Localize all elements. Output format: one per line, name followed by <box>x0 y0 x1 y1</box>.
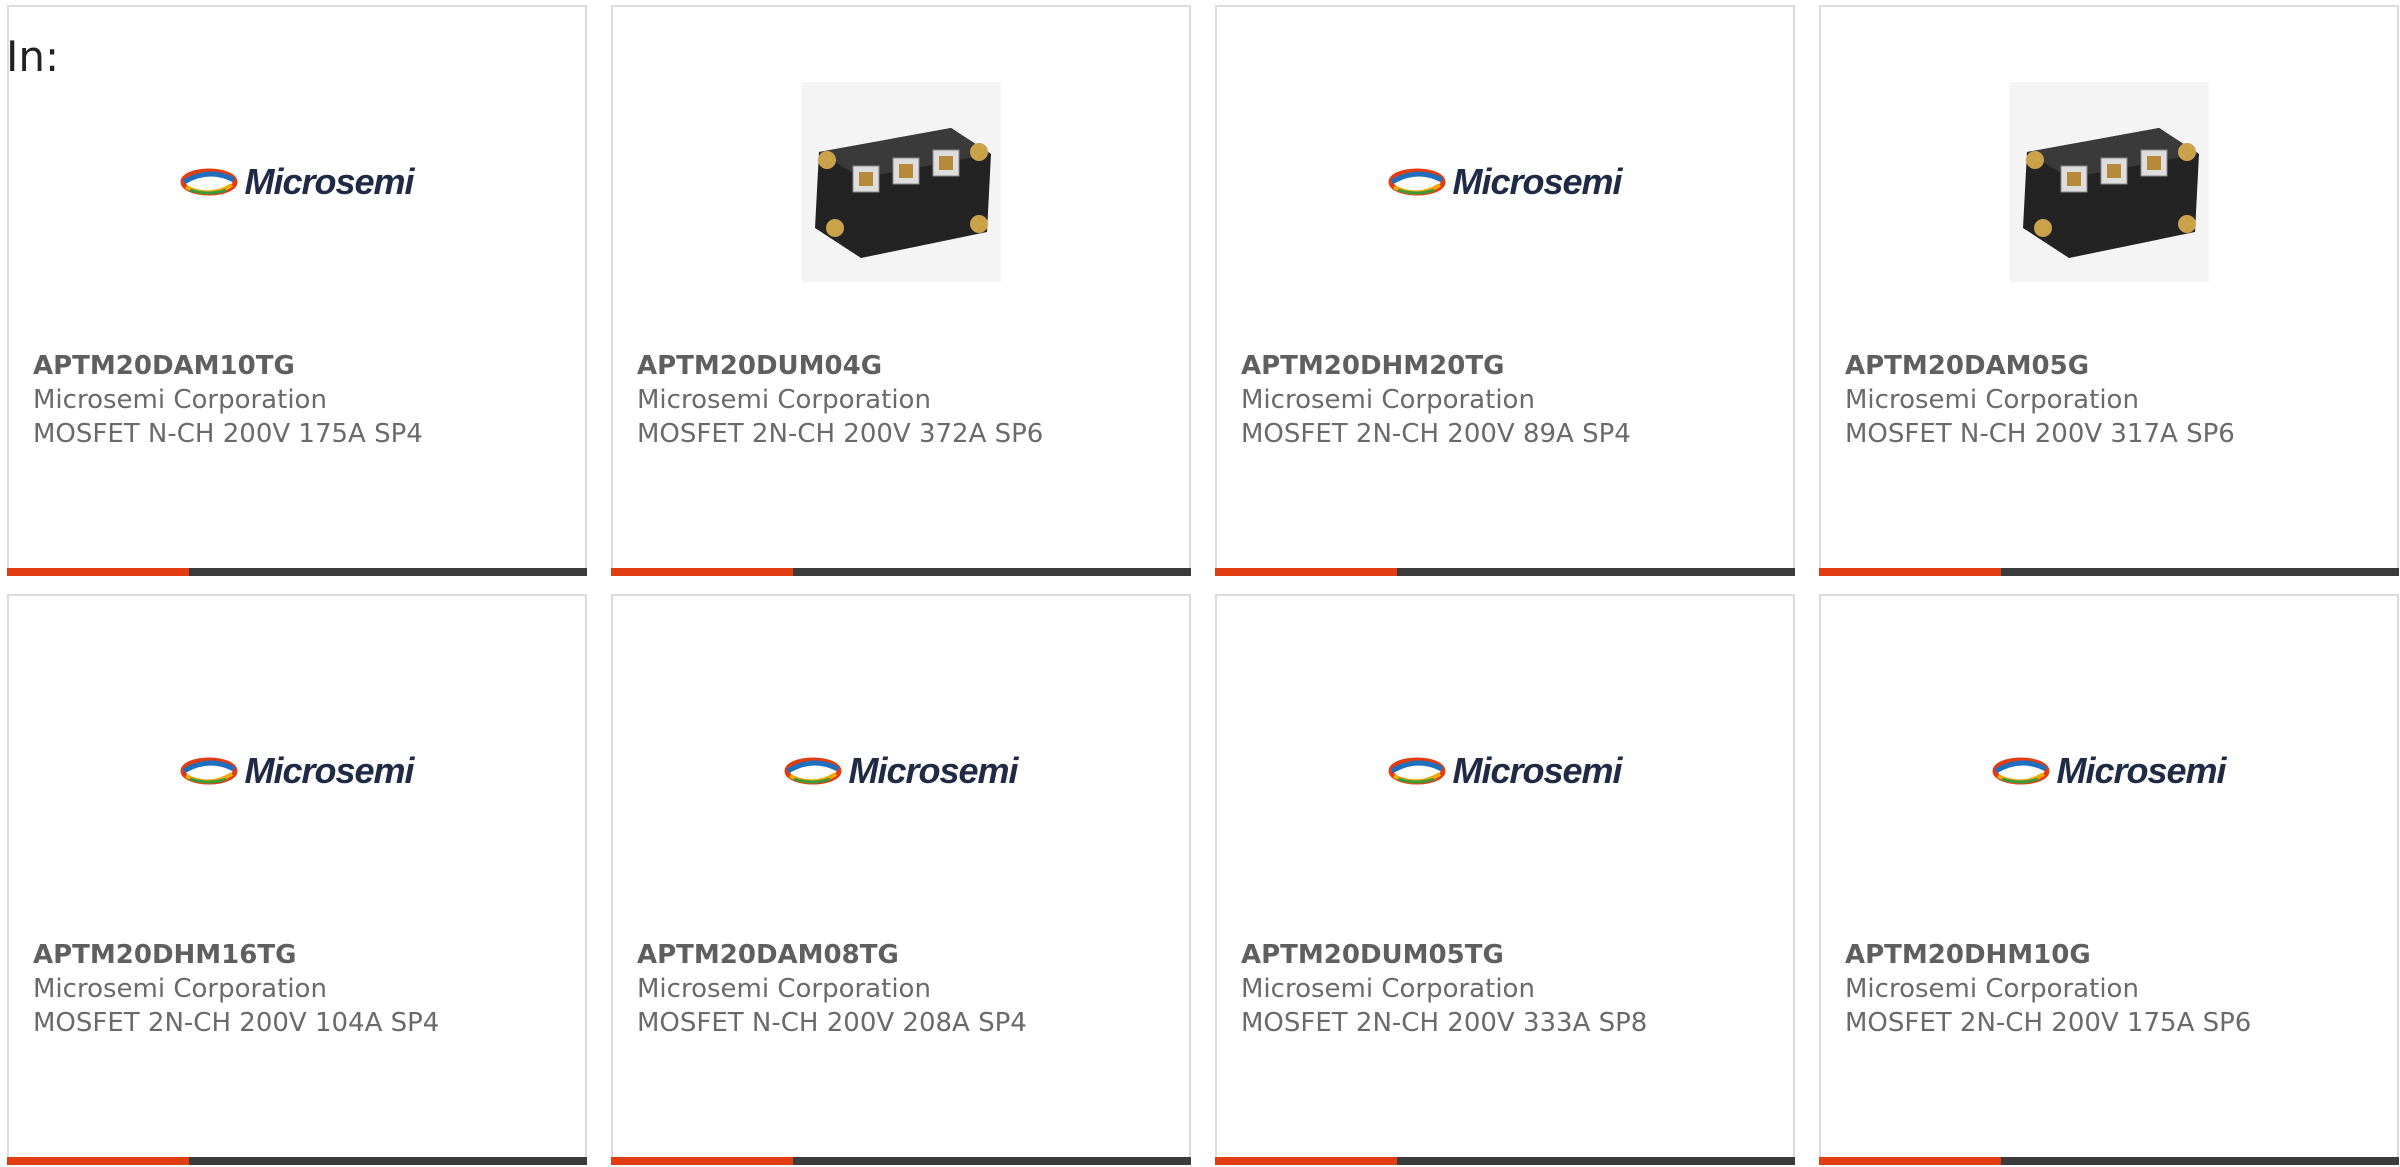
card-accent-bar <box>1819 1157 2001 1165</box>
part-number[interactable]: APTM20DHM10G <box>1845 938 2387 972</box>
card-footer-bar <box>1215 568 1795 576</box>
product-card[interactable]: Microsemi APTM20DAM08TG Microsemi Corpor… <box>611 594 1191 1165</box>
microsemi-logo-icon: Microsemi <box>1992 750 2227 792</box>
manufacturer: Microsemi Corporation <box>1241 974 1535 1004</box>
card-accent-bar <box>1819 568 2001 576</box>
card-footer-bar <box>1215 1157 1795 1165</box>
manufacturer: Microsemi Corporation <box>1845 385 2139 415</box>
card-accent-bar <box>611 1157 793 1165</box>
product-description: MOSFET N-CH 200V 175A SP4 <box>33 419 423 449</box>
product-thumbnail[interactable]: Microsemi <box>9 67 585 297</box>
manufacturer: Microsemi Corporation <box>33 385 327 415</box>
card-accent-bar <box>7 1157 189 1165</box>
card-accent-bar <box>1215 568 1397 576</box>
product-card[interactable]: APTM20DUM04G Microsemi Corporation MOSFE… <box>611 5 1191 576</box>
card-footer-bar <box>611 568 1191 576</box>
product-description: MOSFET 2N-CH 200V 104A SP4 <box>33 1008 440 1038</box>
product-description: MOSFET 2N-CH 200V 372A SP6 <box>637 419 1044 449</box>
manufacturer: Microsemi Corporation <box>33 974 327 1004</box>
in-label: In: <box>6 32 60 81</box>
product-thumbnail[interactable]: Microsemi <box>9 656 585 886</box>
part-number[interactable]: APTM20DUM04G <box>637 349 1179 383</box>
product-card[interactable]: Microsemi APTM20DAM10TG Microsemi Corpor… <box>7 5 587 576</box>
card-accent-bar <box>1215 1157 1397 1165</box>
product-info: APTM20DAM08TG Microsemi Corporation MOSF… <box>637 938 1179 1040</box>
product-info: APTM20DAM05G Microsemi Corporation MOSFE… <box>1845 349 2387 451</box>
product-description: MOSFET 2N-CH 200V 333A SP8 <box>1241 1008 1648 1038</box>
part-number[interactable]: APTM20DHM20TG <box>1241 349 1783 383</box>
card-footer-bar <box>7 568 587 576</box>
product-card[interactable]: APTM20DAM05G Microsemi Corporation MOSFE… <box>1819 5 2399 576</box>
manufacturer: Microsemi Corporation <box>1845 974 2139 1004</box>
product-info: APTM20DAM10TG Microsemi Corporation MOSF… <box>33 349 575 451</box>
card-footer-bar <box>1819 1157 2399 1165</box>
product-thumbnail[interactable]: Microsemi <box>613 656 1189 886</box>
product-thumbnail[interactable]: Microsemi <box>1821 656 2397 886</box>
part-number[interactable]: APTM20DAM10TG <box>33 349 575 383</box>
product-description: MOSFET N-CH 200V 317A SP6 <box>1845 419 2235 449</box>
card-accent-bar <box>611 568 793 576</box>
product-thumbnail[interactable]: Microsemi <box>1217 656 1793 886</box>
product-description: MOSFET N-CH 200V 208A SP4 <box>637 1008 1027 1038</box>
card-footer-bar <box>1819 568 2399 576</box>
card-footer-bar <box>7 1157 587 1165</box>
microsemi-logo-icon: Microsemi <box>1388 161 1623 203</box>
product-description: MOSFET 2N-CH 200V 175A SP6 <box>1845 1008 2252 1038</box>
microsemi-logo-icon: Microsemi <box>784 750 1019 792</box>
product-thumbnail[interactable] <box>613 67 1189 297</box>
part-number[interactable]: APTM20DHM16TG <box>33 938 575 972</box>
manufacturer: Microsemi Corporation <box>637 385 931 415</box>
part-number[interactable]: APTM20DAM08TG <box>637 938 1179 972</box>
mosfet-module-icon <box>2009 82 2209 282</box>
product-thumbnail[interactable] <box>1821 67 2397 297</box>
part-number[interactable]: APTM20DAM05G <box>1845 349 2387 383</box>
product-info: APTM20DUM05TG Microsemi Corporation MOSF… <box>1241 938 1783 1040</box>
product-info: APTM20DUM04G Microsemi Corporation MOSFE… <box>637 349 1179 451</box>
product-card[interactable]: Microsemi APTM20DUM05TG Microsemi Corpor… <box>1215 594 1795 1165</box>
product-card[interactable]: Microsemi APTM20DHM10G Microsemi Corpora… <box>1819 594 2399 1165</box>
product-card[interactable]: Microsemi APTM20DHM16TG Microsemi Corpor… <box>7 594 587 1165</box>
manufacturer: Microsemi Corporation <box>637 974 931 1004</box>
card-accent-bar <box>7 568 189 576</box>
product-description: MOSFET 2N-CH 200V 89A SP4 <box>1241 419 1631 449</box>
product-thumbnail[interactable]: Microsemi <box>1217 67 1793 297</box>
microsemi-logo-icon: Microsemi <box>180 161 415 203</box>
mosfet-module-icon <box>801 82 1001 282</box>
product-info: APTM20DHM16TG Microsemi Corporation MOSF… <box>33 938 575 1040</box>
product-grid: Microsemi APTM20DAM10TG Microsemi Corpor… <box>7 5 2399 1165</box>
product-card[interactable]: Microsemi APTM20DHM20TG Microsemi Corpor… <box>1215 5 1795 576</box>
product-info: APTM20DHM10G Microsemi Corporation MOSFE… <box>1845 938 2387 1040</box>
part-number[interactable]: APTM20DUM05TG <box>1241 938 1783 972</box>
manufacturer: Microsemi Corporation <box>1241 385 1535 415</box>
microsemi-logo-icon: Microsemi <box>1388 750 1623 792</box>
product-info: APTM20DHM20TG Microsemi Corporation MOSF… <box>1241 349 1783 451</box>
microsemi-logo-icon: Microsemi <box>180 750 415 792</box>
card-footer-bar <box>611 1157 1191 1165</box>
